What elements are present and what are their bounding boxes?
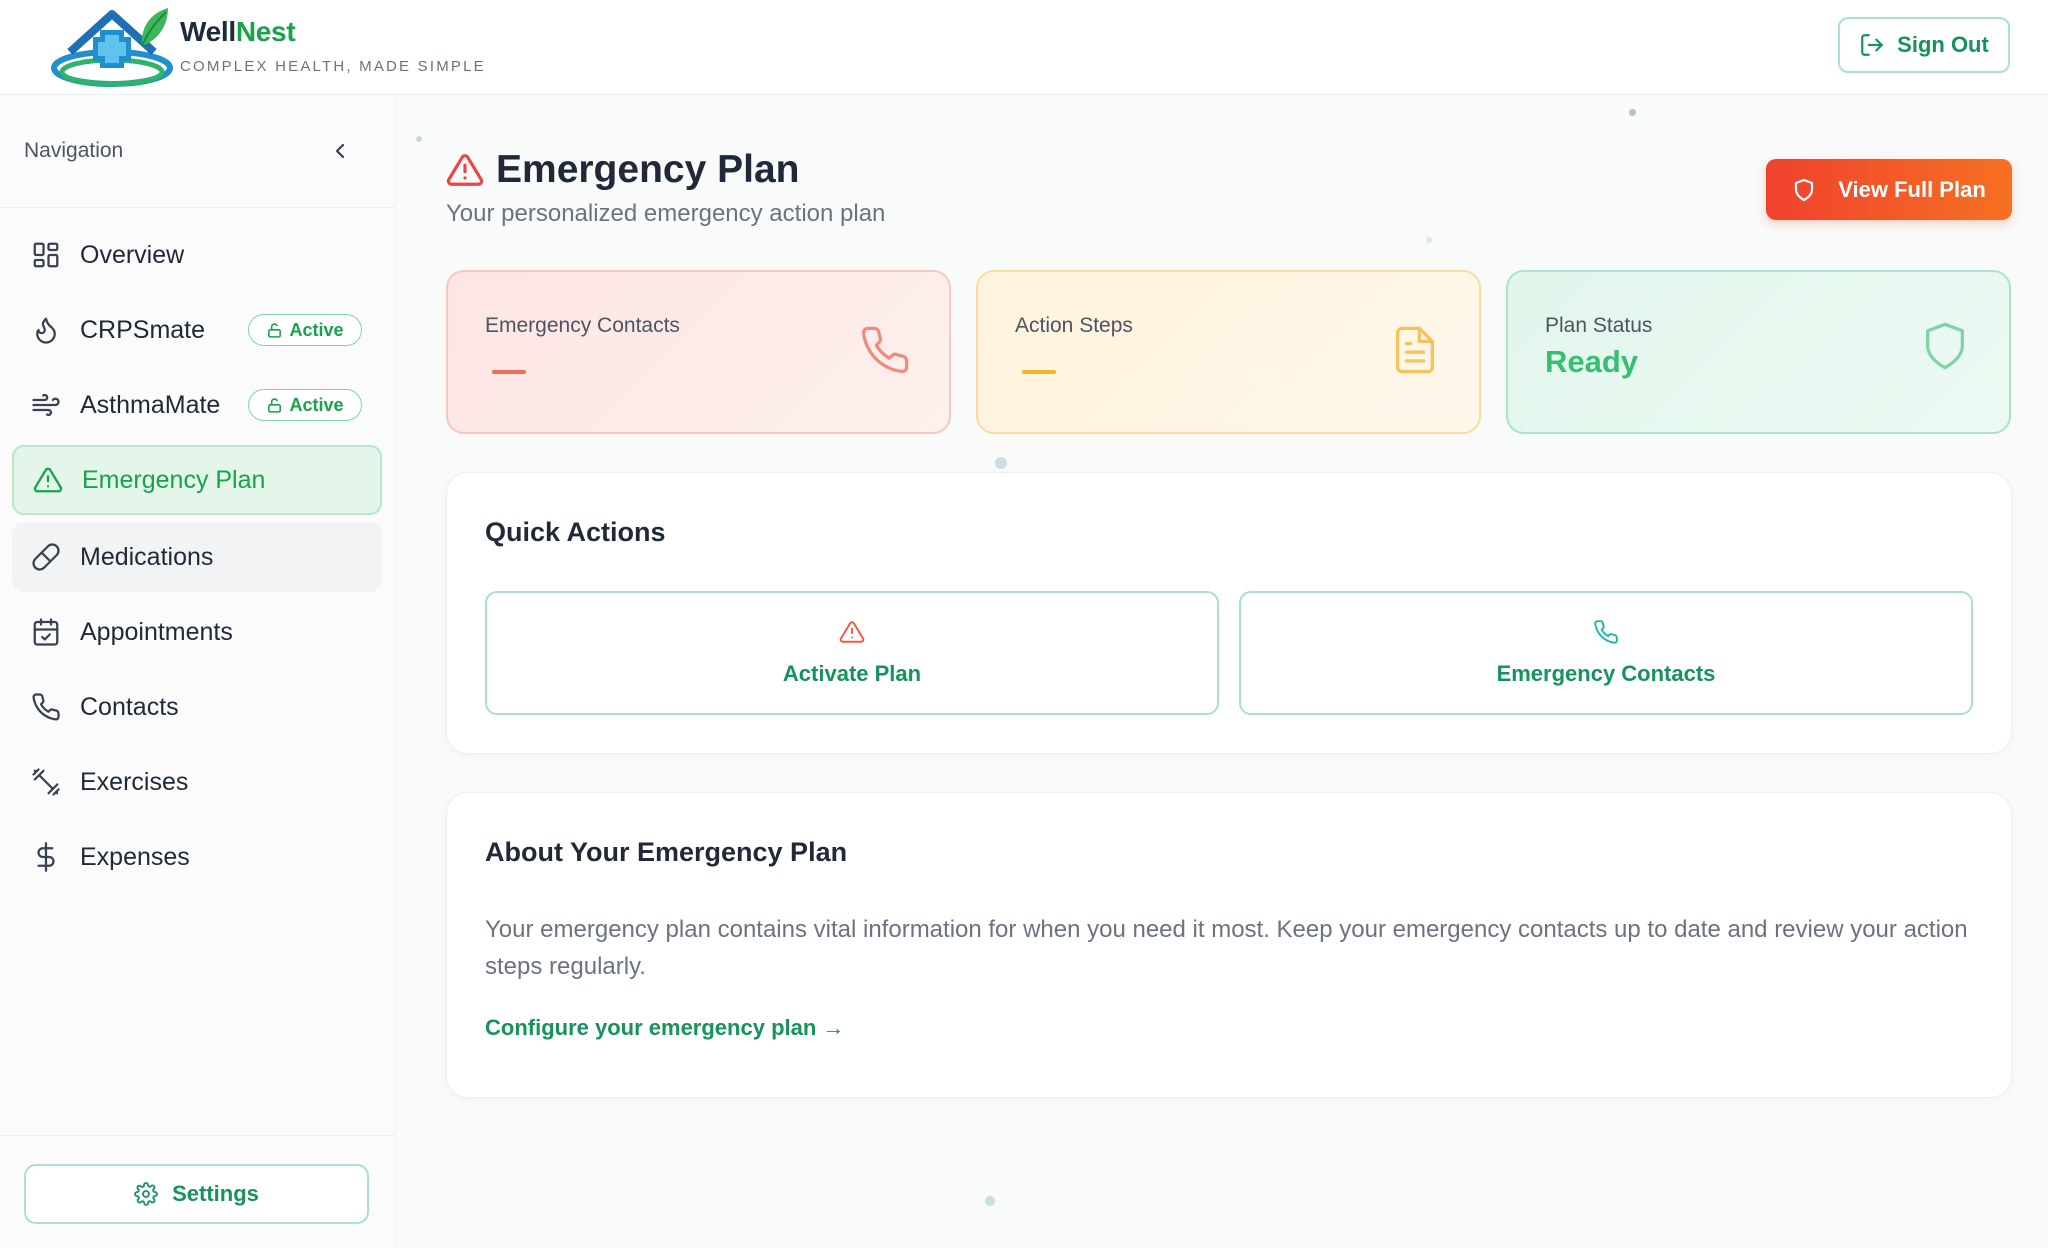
- plan-status-value: Ready: [1545, 344, 1639, 379]
- decorative-dot: [1629, 109, 1636, 116]
- sidebar-item-label: Emergency Plan: [82, 465, 266, 494]
- wind-icon: [30, 389, 62, 421]
- phone-icon: [861, 326, 909, 374]
- chevron-left-icon[interactable]: [328, 139, 352, 163]
- quick-actions-card: Quick Actions Activate Plan Emergency Co…: [446, 472, 2012, 754]
- nav-heading: Navigation: [24, 139, 124, 162]
- about-plan-card: About Your Emergency Plan Your emergency…: [446, 792, 2012, 1098]
- sidebar-item-label: Exercises: [80, 767, 189, 796]
- status-badge: Active: [248, 389, 362, 421]
- dollar-icon: [30, 841, 62, 873]
- decorative-dot: [416, 136, 422, 142]
- calendar-check-icon: [30, 616, 62, 648]
- sidebar-divider: [0, 1135, 396, 1136]
- log-out-icon: [1861, 34, 1884, 56]
- sidebar-item-label: Appointments: [80, 617, 233, 646]
- decorative-dot: [1426, 237, 1432, 243]
- alert-triangle-icon: [839, 621, 865, 643]
- emergency-contacts-button[interactable]: Emergency Contacts: [1239, 591, 1973, 715]
- unlock-icon: [268, 322, 282, 338]
- stat-empty-value: [492, 370, 526, 374]
- alert-triangle-icon: [32, 464, 64, 496]
- sidebar-item-overview[interactable]: Overview: [12, 220, 382, 290]
- sign-out-label: Sign Out: [1897, 32, 1989, 57]
- configure-plan-link[interactable]: Configure your emergency plan →: [485, 1015, 844, 1041]
- decorative-dot: [995, 457, 1007, 469]
- flame-icon: [30, 314, 62, 346]
- wellnest-logo: [51, 8, 173, 87]
- unlock-icon: [268, 397, 282, 413]
- page-subtitle: Your personalized emergency action plan: [446, 200, 886, 227]
- settings-label: Settings: [172, 1181, 259, 1206]
- stat-label: Action Steps: [1015, 314, 1133, 337]
- dumbbell-icon: [30, 766, 62, 798]
- sidebar-item-label: AsthmaMate: [80, 390, 221, 419]
- sidebar-item-label: Overview: [80, 240, 185, 269]
- sidebar-item-contacts[interactable]: Contacts: [12, 672, 382, 742]
- file-text-icon: [1396, 326, 1434, 374]
- brand-name: WellNest: [180, 16, 296, 48]
- shield-icon: [1926, 322, 1964, 370]
- sidebar-item-exercises[interactable]: Exercises: [12, 747, 382, 817]
- phone-icon: [30, 691, 62, 723]
- activate-plan-label: Activate Plan: [782, 661, 922, 686]
- sidebar-item-crpsmate[interactable]: CRPSmate Active: [12, 295, 382, 365]
- nav-divider: [0, 207, 396, 208]
- page-title-row: Emergency Plan: [446, 148, 799, 192]
- view-full-plan-button[interactable]: View Full Plan: [1766, 159, 2012, 220]
- action-steps-stat-card: Action Steps: [976, 270, 1481, 434]
- sidebar-item-label: Contacts: [80, 692, 179, 721]
- sidebar-item-medications[interactable]: Medications: [12, 522, 382, 592]
- sidebar-item-label: CRPSmate: [80, 315, 206, 344]
- sign-out-button[interactable]: Sign Out: [1838, 17, 2010, 73]
- activate-plan-button[interactable]: Activate Plan: [485, 591, 1219, 715]
- brand-tagline: COMPLEX HEALTH, MADE SIMPLE: [180, 58, 486, 75]
- about-plan-text: Your emergency plan contains vital infor…: [485, 916, 1968, 980]
- sidebar-item-asthmamate[interactable]: AsthmaMate Active: [12, 370, 382, 440]
- top-header: WellNest COMPLEX HEALTH, MADE SIMPLE Sig…: [0, 0, 2048, 95]
- alert-triangle-icon: [446, 154, 484, 186]
- stat-label: Emergency Contacts: [485, 314, 680, 337]
- gear-icon: [134, 1182, 158, 1206]
- settings-button[interactable]: Settings: [24, 1164, 369, 1224]
- pill-icon: [30, 541, 62, 573]
- sidebar-item-label: Expenses: [80, 842, 190, 871]
- stat-label: Plan Status: [1545, 314, 1653, 337]
- brand-name-part1: Well: [180, 16, 236, 47]
- quick-actions-title: Quick Actions: [485, 517, 666, 547]
- shield-icon: [1795, 178, 1814, 201]
- stat-empty-value: [1022, 370, 1056, 374]
- sidebar: Navigation Overview CRPSmate Active Asth…: [0, 95, 396, 1248]
- grid-icon: [30, 239, 62, 271]
- decorative-dot: [985, 1196, 995, 1206]
- sidebar-item-expenses[interactable]: Expenses: [12, 822, 382, 892]
- emergency-contacts-label: Emergency Contacts: [1496, 661, 1716, 686]
- about-plan-title: About Your Emergency Plan: [485, 837, 848, 867]
- plan-status-stat-card: Plan Status Ready: [1506, 270, 2011, 434]
- view-full-plan-label: View Full Plan: [1838, 176, 1986, 202]
- brand-name-part2: Nest: [235, 16, 296, 47]
- badge-label: Active: [289, 394, 344, 415]
- phone-icon: [1594, 620, 1618, 644]
- sidebar-item-label: Medications: [80, 542, 214, 571]
- sidebar-item-appointments[interactable]: Appointments: [12, 597, 382, 667]
- badge-label: Active: [289, 319, 344, 340]
- page-title: Emergency Plan: [496, 148, 800, 191]
- emergency-contacts-stat-card: Emergency Contacts: [446, 270, 951, 434]
- sidebar-item-emergency-plan[interactable]: Emergency Plan: [12, 445, 382, 515]
- status-badge: Active: [248, 314, 362, 346]
